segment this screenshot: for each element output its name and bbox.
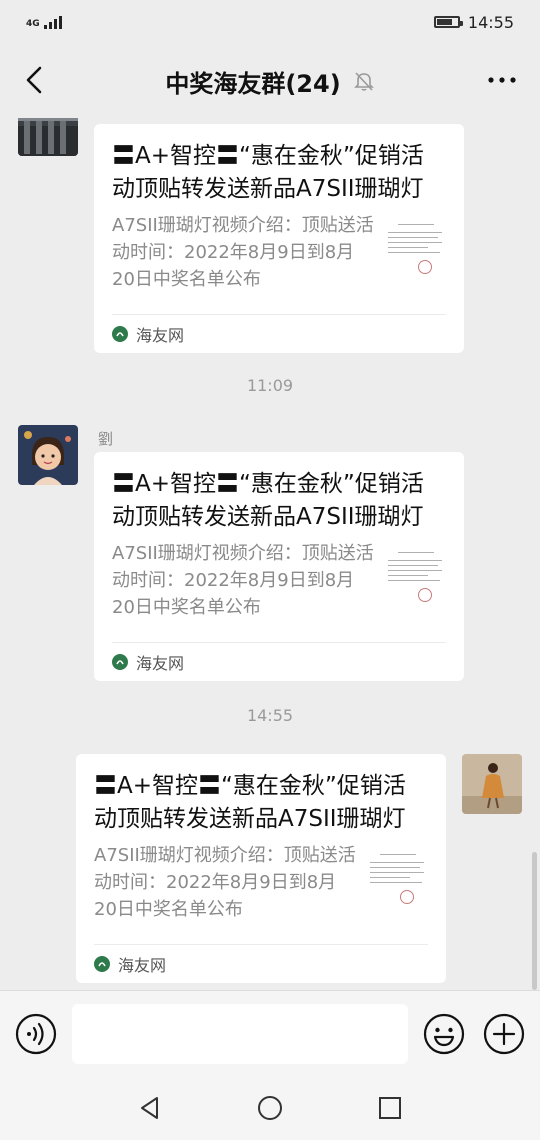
emoji-button[interactable] (422, 1012, 466, 1056)
message-timestamp: 11:09 (246, 376, 294, 395)
message-list[interactable]: 〓A+智控〓“惠在金秋”促销活动顶贴转发送新品A7SII珊瑚灯 A7SII珊瑚灯… (0, 118, 540, 990)
link-card[interactable]: 〓A+智控〓“惠在金秋”促销活动顶贴转发送新品A7SII珊瑚灯 A7SII珊瑚灯… (76, 754, 446, 983)
card-source: 海友网 (118, 956, 167, 975)
network-type: 4G (26, 18, 40, 29)
card-description: A7SII珊瑚灯视频介绍：顶贴送活动时间：2022年8月9日到8月20日中奖名单… (112, 215, 374, 290)
triangle-back-icon (141, 1097, 158, 1119)
voice-button[interactable] (14, 1012, 58, 1056)
plus-icon (483, 1013, 525, 1055)
link-card[interactable]: 〓A+智控〓“惠在金秋”促销活动顶贴转发送新品A7SII珊瑚灯 A7SII珊瑚灯… (94, 452, 464, 681)
status-time: 14:55 (467, 12, 514, 32)
card-thumbnail (384, 218, 446, 280)
back-button[interactable] (14, 60, 54, 100)
avatar[interactable] (462, 754, 522, 814)
source-logo-icon (112, 326, 128, 342)
system-back-button[interactable] (134, 1092, 166, 1124)
scrollbar[interactable] (532, 852, 537, 990)
card-description: A7SII珊瑚灯视频介绍：顶贴送活动时间：2022年8月9日到8月20日中奖名单… (112, 543, 374, 618)
voice-icon (15, 1013, 57, 1055)
card-thumbnail (366, 848, 428, 910)
card-title: 〓A+智控〓“惠在金秋”促销活动顶贴转发送新品A7SII珊瑚灯 (112, 471, 424, 530)
card-source: 海友网 (136, 326, 185, 345)
system-recents-button[interactable] (374, 1092, 406, 1124)
card-description: A7SII珊瑚灯视频介绍：顶贴送活动时间：2022年8月9日到8月20日中奖名单… (94, 845, 356, 920)
building-avatar-image (18, 118, 78, 156)
signal-bars-icon (43, 15, 62, 29)
status-bar: 4G 14:55 (0, 0, 540, 44)
sender-name: 劉 (98, 430, 114, 448)
system-navigation-bar (0, 1076, 540, 1140)
emoji-icon (423, 1013, 465, 1055)
signal-indicator: 4G (26, 15, 62, 29)
woman-avatar-image (462, 754, 522, 814)
avatar[interactable] (18, 425, 78, 485)
card-title: 〓A+智控〓“惠在金秋”促销活动顶贴转发送新品A7SII珊瑚灯 (112, 143, 424, 202)
card-title: 〓A+智控〓“惠在金秋”促销活动顶贴转发送新品A7SII珊瑚灯 (94, 773, 406, 832)
more-functions-button[interactable] (482, 1012, 526, 1056)
source-logo-icon (112, 654, 128, 670)
chat-header: 中奖海友群(24) (0, 44, 540, 118)
chat-title: 中奖海友群(24) (165, 69, 341, 98)
card-source: 海友网 (136, 654, 185, 673)
source-logo-icon (94, 956, 110, 972)
input-bar (0, 990, 540, 1076)
more-dots-icon (488, 77, 516, 83)
girl-avatar-image (18, 425, 78, 485)
battery-icon (433, 16, 463, 28)
circle-home-icon (258, 1096, 282, 1120)
avatar[interactable] (18, 118, 78, 156)
chevron-left-icon (26, 66, 42, 94)
message-timestamp: 14:55 (246, 706, 294, 725)
more-options-button[interactable] (482, 60, 522, 100)
card-thumbnail (384, 546, 446, 608)
bell-off-icon (353, 72, 374, 91)
link-card[interactable]: 〓A+智控〓“惠在金秋”促销活动顶贴转发送新品A7SII珊瑚灯 A7SII珊瑚灯… (94, 124, 464, 353)
message-input[interactable] (72, 1004, 408, 1064)
system-home-button[interactable] (254, 1092, 286, 1124)
square-recents-icon (379, 1097, 401, 1119)
